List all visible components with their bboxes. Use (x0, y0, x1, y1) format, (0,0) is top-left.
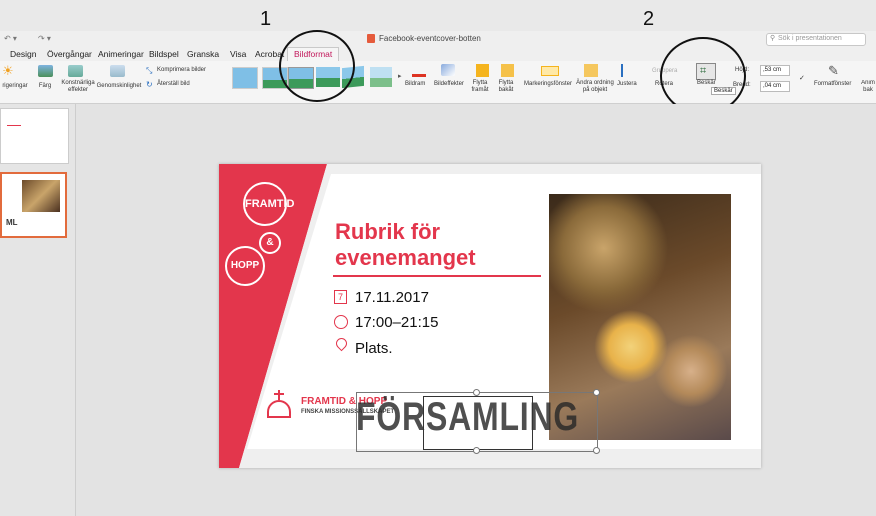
format-pane-label[interactable]: Formatfönster (814, 81, 851, 88)
corrections-icon[interactable]: ☀ (2, 64, 18, 78)
selection-handle-bottom[interactable] (473, 447, 480, 454)
reorder-icon[interactable] (584, 64, 598, 77)
slide-thumbnail-2[interactable]: ML (0, 172, 67, 238)
picture-style-6[interactable] (370, 67, 392, 87)
selection-pane-icon[interactable] (541, 66, 559, 76)
event-place[interactable]: Plats. (355, 340, 393, 357)
align-icon[interactable] (621, 64, 635, 77)
top-strip (0, 0, 876, 31)
logo-framtid: FRAMTID (243, 182, 295, 226)
thumbnail-image (22, 180, 60, 212)
crop-frame[interactable] (423, 396, 533, 450)
search-icon: ⚲ (770, 35, 776, 42)
undo-button[interactable]: ↶ ▾ (4, 34, 17, 43)
compress-label[interactable]: Komprimera bilder (157, 67, 206, 74)
height-field[interactable]: ,53 cm (760, 65, 790, 76)
send-backward-label[interactable]: Flytta bakåt (494, 80, 518, 94)
search-field[interactable]: ⚲ Sök i presentationen (766, 33, 866, 46)
title-underline (333, 275, 541, 277)
artistic-effects-icon[interactable] (68, 65, 83, 77)
width-field[interactable]: ,04 cm (760, 81, 790, 92)
selection-pane-label[interactable]: Markeringsfönster (524, 81, 572, 88)
selection-handle-bottom-right[interactable] (593, 447, 600, 454)
send-backward-icon[interactable] (501, 64, 514, 77)
picture-effects-label[interactable]: Bildeffekter (434, 81, 464, 88)
slide-thumbnail-1[interactable] (0, 108, 69, 164)
picture-effects-icon[interactable] (441, 64, 455, 76)
powerpoint-icon (367, 34, 375, 43)
annotation-circle-1 (279, 30, 355, 102)
picture-border-icon[interactable] (412, 64, 426, 77)
redo-button[interactable]: ↷ ▾ (38, 34, 51, 43)
thumbnail-line (7, 125, 21, 126)
align-label[interactable]: Justera (617, 81, 637, 88)
slide[interactable]: FRAMTID & HOPP Rubrik för evenemanget 7 … (219, 164, 761, 468)
event-time[interactable]: 17:00–21:15 (355, 314, 438, 331)
tab-bildspel[interactable]: Bildspel (149, 49, 179, 59)
corrections-label[interactable]: rigeringar (0, 83, 30, 90)
reorder-label[interactable]: Ändra ordning på objekt (576, 80, 614, 94)
tab-overgangar[interactable]: Övergångar (47, 49, 92, 59)
annotation-number-2: 2 (643, 8, 655, 30)
thumbnail-pane (0, 104, 76, 516)
window-title: Facebook-eventcover-botten (379, 34, 481, 43)
reset-picture-label[interactable]: Återställ bild (157, 81, 190, 88)
artistic-effects-label[interactable]: Konstnärliga effekter (60, 80, 96, 94)
thumbnail-label: ML (6, 218, 18, 227)
bring-forward-icon[interactable] (476, 64, 489, 77)
color-label[interactable]: Färg (35, 83, 55, 90)
format-pane-icon[interactable]: ✎ (828, 63, 839, 79)
tab-animeringar[interactable]: Animeringar (98, 49, 144, 59)
selection-handle-top[interactable] (473, 389, 480, 396)
lock-aspect-checkbox[interactable]: ✓ (799, 74, 805, 82)
search-placeholder: Sök i presentationen (778, 35, 842, 42)
calendar-icon: 7 (334, 290, 347, 304)
picture-border-label[interactable]: Bildram (405, 81, 425, 88)
gallery-more-icon[interactable]: ▸ (398, 72, 402, 80)
tab-visa[interactable]: Visa (230, 49, 246, 59)
transparency-icon[interactable] (110, 65, 125, 77)
event-title-line1[interactable]: Rubrik för (335, 220, 440, 244)
logo-hopp: HOPP (225, 246, 265, 286)
tab-design[interactable]: Design (10, 49, 36, 59)
event-date[interactable]: 17.11.2017 (355, 289, 429, 306)
picture-style-1[interactable] (232, 67, 258, 89)
logo-amp: & (259, 232, 281, 254)
event-title-line2[interactable]: evenemanget (335, 246, 476, 270)
animation-label[interactable]: Anim bak (860, 80, 876, 94)
annotation-number-1: 1 (260, 8, 272, 30)
church-logo-icon (265, 390, 295, 420)
color-icon[interactable] (38, 65, 53, 77)
transparency-label[interactable]: Genomskinlighet (95, 83, 143, 90)
bring-forward-label[interactable]: Flytta framåt (468, 80, 492, 94)
tab-granska[interactable]: Granska (187, 49, 219, 59)
clock-icon (334, 315, 348, 329)
compress-icon[interactable]: ⤡ (146, 66, 152, 76)
reset-picture-icon[interactable]: ↻ (146, 80, 153, 89)
selection-handle-top-right[interactable] (593, 389, 600, 396)
